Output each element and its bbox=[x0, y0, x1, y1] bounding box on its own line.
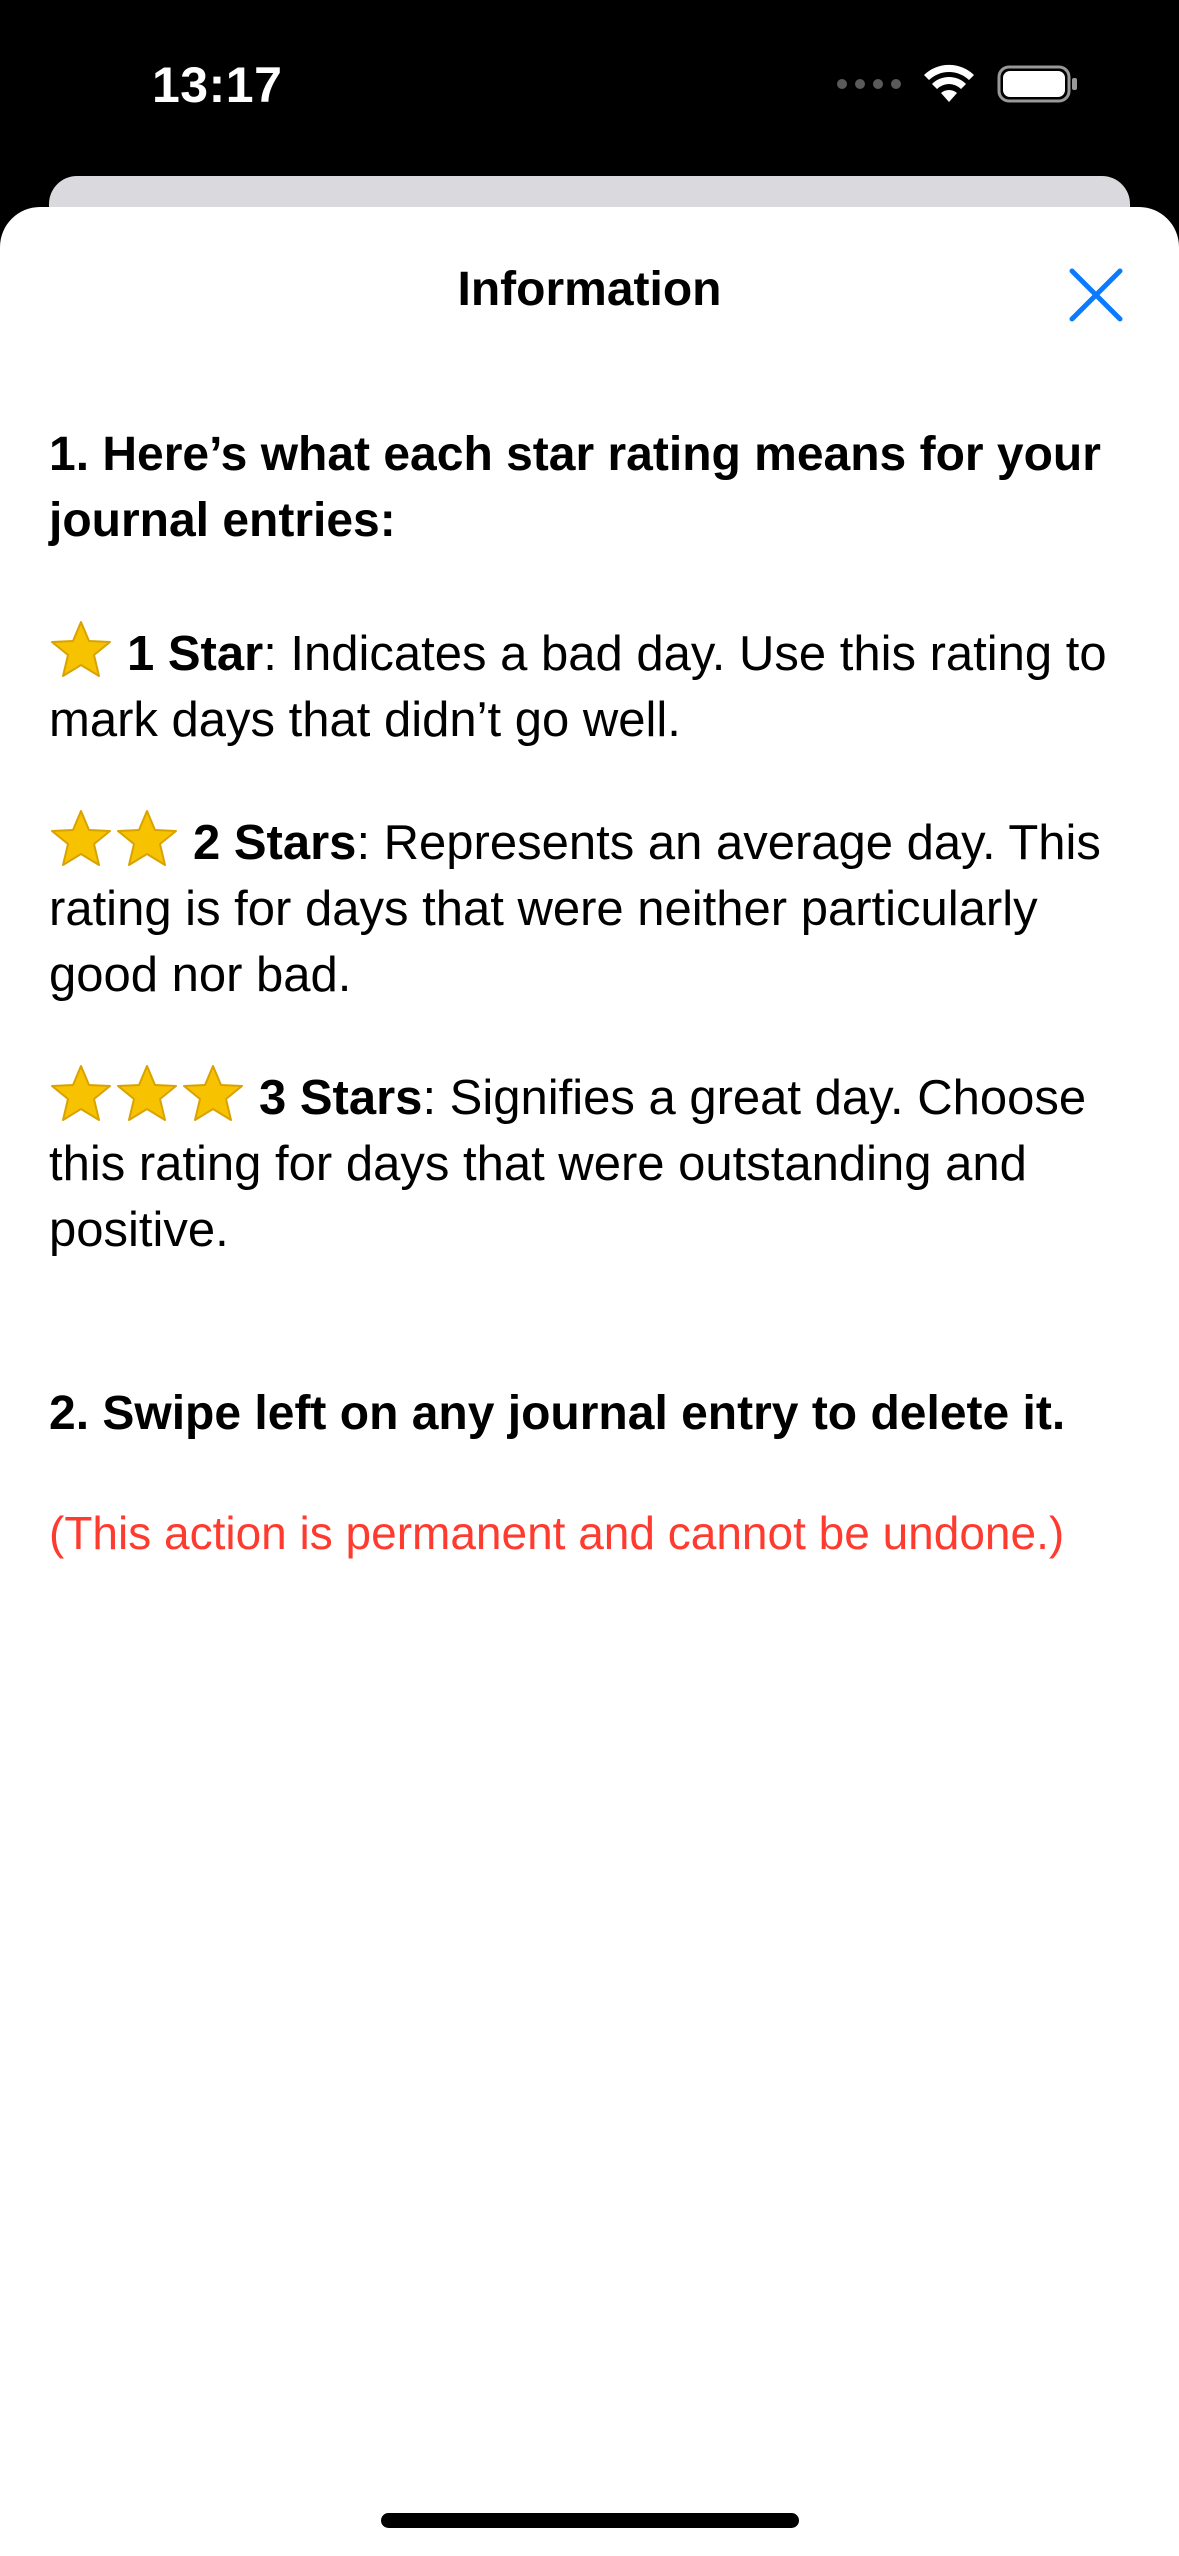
star-icon bbox=[51, 810, 111, 866]
home-indicator[interactable] bbox=[381, 2513, 799, 2528]
star-icon bbox=[183, 1065, 243, 1121]
status-bar: 13:17 bbox=[0, 0, 1179, 175]
rating-2-label: 2 Stars bbox=[193, 816, 357, 870]
rating-1-star: 1 Star: Indicates a bad day. Use this ra… bbox=[49, 620, 1139, 753]
star-icon bbox=[51, 1065, 111, 1121]
section2-heading: 2. Swipe left on any journal entry to de… bbox=[49, 1387, 1066, 1440]
close-button[interactable] bbox=[1066, 265, 1126, 325]
information-sheet: Information 1. Here’s what each star rat… bbox=[0, 207, 1179, 2556]
status-time: 13:17 bbox=[152, 57, 283, 113]
close-icon bbox=[1069, 268, 1123, 322]
sheet-title: Information bbox=[457, 263, 722, 316]
rating-1-label: 1 Star bbox=[127, 627, 264, 681]
cellular-signal-icon bbox=[837, 79, 901, 89]
rating-2-stars: 2 Stars: Represents an average day. This… bbox=[49, 809, 1139, 1008]
star-icon bbox=[51, 621, 111, 677]
wifi-icon bbox=[924, 64, 974, 102]
star-rating-2 bbox=[49, 809, 179, 867]
section1-heading: 1. Here’s what each star rating means fo… bbox=[49, 428, 1101, 547]
star-rating-3 bbox=[49, 1064, 245, 1122]
star-icon bbox=[117, 810, 177, 866]
status-icons bbox=[837, 64, 1079, 104]
delete-warning: (This action is permanent and cannot be … bbox=[49, 1507, 1065, 1559]
rating-3-label: 3 Stars bbox=[259, 1071, 423, 1125]
star-icon bbox=[117, 1065, 177, 1121]
rating-3-stars: 3 Stars: Signifies a great day. Choose t… bbox=[49, 1064, 1139, 1263]
star-rating-1 bbox=[49, 620, 113, 678]
information-content: 1. Here’s what each star rating means fo… bbox=[49, 422, 1139, 1563]
battery-icon bbox=[997, 65, 1077, 103]
